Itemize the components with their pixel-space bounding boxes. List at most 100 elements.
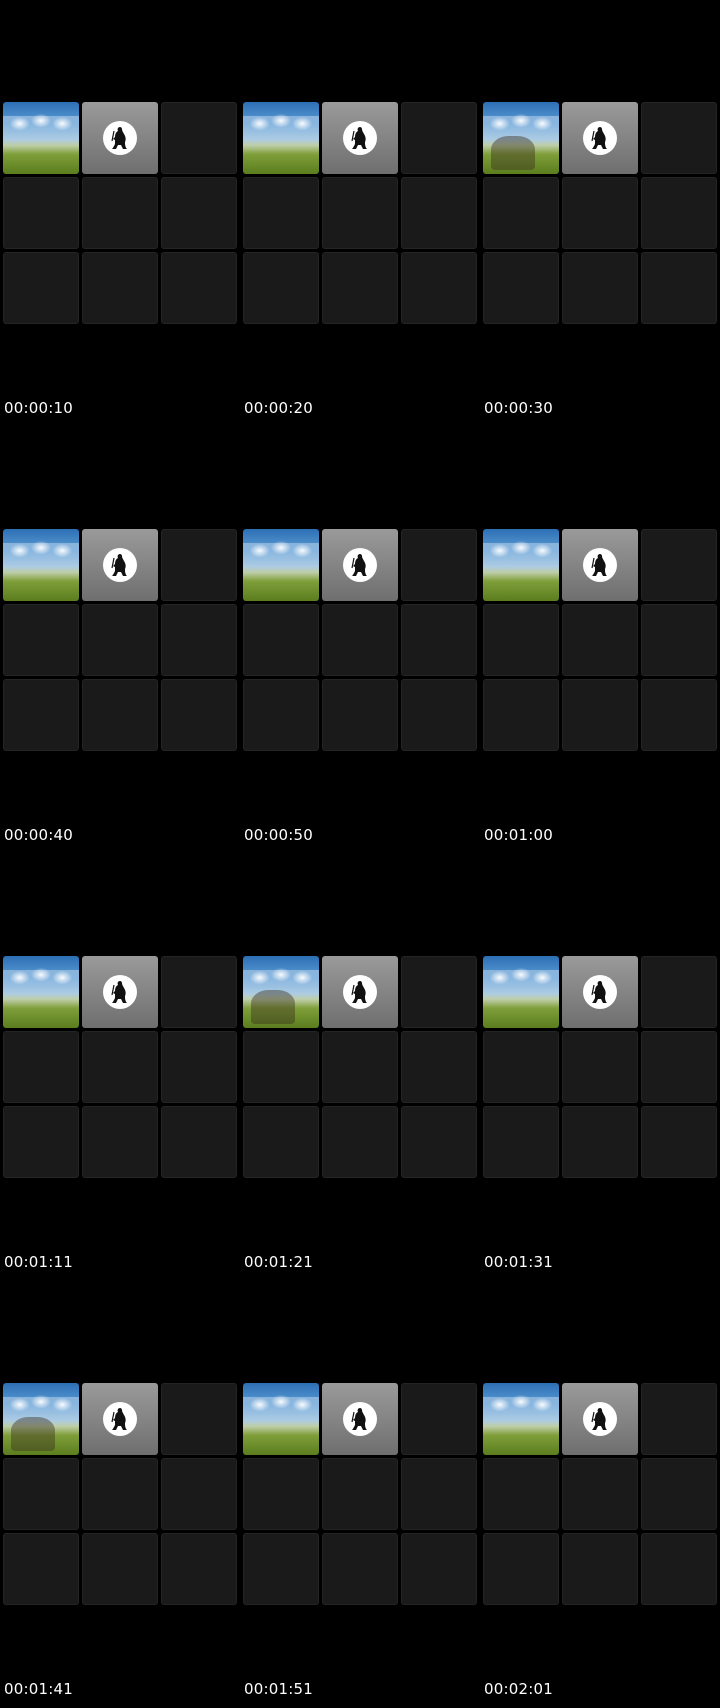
empty-tile[interactable] — [322, 177, 398, 249]
empty-tile[interactable] — [3, 1458, 79, 1530]
empty-tile[interactable] — [161, 1383, 237, 1455]
stadium-thumbnail-tile[interactable] — [483, 102, 559, 174]
empty-tile[interactable] — [401, 1458, 477, 1530]
empty-tile[interactable] — [483, 679, 559, 751]
empty-tile[interactable] — [562, 1458, 638, 1530]
logo-tile[interactable] — [322, 529, 398, 601]
empty-tile[interactable] — [483, 1031, 559, 1103]
empty-tile[interactable] — [401, 252, 477, 324]
empty-tile[interactable] — [322, 1533, 398, 1605]
logo-tile[interactable] — [82, 1383, 158, 1455]
empty-tile[interactable] — [243, 679, 319, 751]
empty-tile[interactable] — [243, 252, 319, 324]
logo-tile[interactable] — [562, 102, 638, 174]
empty-tile[interactable] — [641, 252, 717, 324]
empty-tile[interactable] — [82, 604, 158, 676]
empty-tile[interactable] — [641, 1106, 717, 1178]
empty-tile[interactable] — [483, 1533, 559, 1605]
empty-tile[interactable] — [483, 177, 559, 249]
empty-tile[interactable] — [3, 1106, 79, 1178]
empty-tile[interactable] — [161, 679, 237, 751]
empty-tile[interactable] — [243, 177, 319, 249]
empty-tile[interactable] — [562, 177, 638, 249]
empty-tile[interactable] — [322, 604, 398, 676]
empty-tile[interactable] — [243, 1106, 319, 1178]
logo-tile[interactable] — [322, 956, 398, 1028]
stadium-thumbnail-tile[interactable] — [243, 956, 319, 1028]
empty-tile[interactable] — [82, 1533, 158, 1605]
empty-tile[interactable] — [161, 1031, 237, 1103]
stadium-thumbnail-tile[interactable] — [3, 529, 79, 601]
empty-tile[interactable] — [562, 1106, 638, 1178]
empty-tile[interactable] — [82, 177, 158, 249]
empty-tile[interactable] — [641, 1383, 717, 1455]
empty-tile[interactable] — [641, 529, 717, 601]
empty-tile[interactable] — [562, 252, 638, 324]
empty-tile[interactable] — [243, 1458, 319, 1530]
empty-tile[interactable] — [641, 604, 717, 676]
empty-tile[interactable] — [161, 1533, 237, 1605]
empty-tile[interactable] — [243, 604, 319, 676]
empty-tile[interactable] — [562, 1533, 638, 1605]
empty-tile[interactable] — [3, 1533, 79, 1605]
empty-tile[interactable] — [3, 679, 79, 751]
empty-tile[interactable] — [161, 102, 237, 174]
stadium-thumbnail-tile[interactable] — [3, 102, 79, 174]
empty-tile[interactable] — [322, 1458, 398, 1530]
logo-tile[interactable] — [82, 102, 158, 174]
empty-tile[interactable] — [3, 604, 79, 676]
empty-tile[interactable] — [82, 1031, 158, 1103]
empty-tile[interactable] — [82, 252, 158, 324]
empty-tile[interactable] — [641, 956, 717, 1028]
empty-tile[interactable] — [401, 177, 477, 249]
empty-tile[interactable] — [161, 1106, 237, 1178]
empty-tile[interactable] — [483, 252, 559, 324]
empty-tile[interactable] — [483, 604, 559, 676]
empty-tile[interactable] — [641, 1031, 717, 1103]
stadium-thumbnail-tile[interactable] — [3, 956, 79, 1028]
logo-tile[interactable] — [82, 956, 158, 1028]
empty-tile[interactable] — [562, 604, 638, 676]
empty-tile[interactable] — [161, 177, 237, 249]
empty-tile[interactable] — [401, 956, 477, 1028]
empty-tile[interactable] — [641, 1533, 717, 1605]
empty-tile[interactable] — [161, 252, 237, 324]
logo-tile[interactable] — [322, 102, 398, 174]
empty-tile[interactable] — [243, 1031, 319, 1103]
logo-tile[interactable] — [562, 1383, 638, 1455]
empty-tile[interactable] — [161, 604, 237, 676]
stadium-thumbnail-tile[interactable] — [483, 1383, 559, 1455]
empty-tile[interactable] — [641, 1458, 717, 1530]
empty-tile[interactable] — [161, 956, 237, 1028]
logo-tile[interactable] — [322, 1383, 398, 1455]
empty-tile[interactable] — [82, 1106, 158, 1178]
empty-tile[interactable] — [322, 679, 398, 751]
empty-tile[interactable] — [401, 1383, 477, 1455]
empty-tile[interactable] — [3, 1031, 79, 1103]
stadium-thumbnail-tile[interactable] — [483, 529, 559, 601]
stadium-thumbnail-tile[interactable] — [243, 529, 319, 601]
empty-tile[interactable] — [401, 1106, 477, 1178]
empty-tile[interactable] — [322, 1106, 398, 1178]
empty-tile[interactable] — [161, 1458, 237, 1530]
logo-tile[interactable] — [562, 956, 638, 1028]
stadium-thumbnail-tile[interactable] — [483, 956, 559, 1028]
empty-tile[interactable] — [3, 252, 79, 324]
empty-tile[interactable] — [483, 1106, 559, 1178]
logo-tile[interactable] — [82, 529, 158, 601]
empty-tile[interactable] — [322, 1031, 398, 1103]
empty-tile[interactable] — [3, 177, 79, 249]
empty-tile[interactable] — [243, 1533, 319, 1605]
empty-tile[interactable] — [401, 604, 477, 676]
empty-tile[interactable] — [562, 679, 638, 751]
stadium-thumbnail-tile[interactable] — [243, 1383, 319, 1455]
stadium-thumbnail-tile[interactable] — [3, 1383, 79, 1455]
empty-tile[interactable] — [641, 177, 717, 249]
empty-tile[interactable] — [641, 679, 717, 751]
empty-tile[interactable] — [562, 1031, 638, 1103]
empty-tile[interactable] — [82, 1458, 158, 1530]
empty-tile[interactable] — [401, 679, 477, 751]
logo-tile[interactable] — [562, 529, 638, 601]
empty-tile[interactable] — [161, 529, 237, 601]
stadium-thumbnail-tile[interactable] — [243, 102, 319, 174]
